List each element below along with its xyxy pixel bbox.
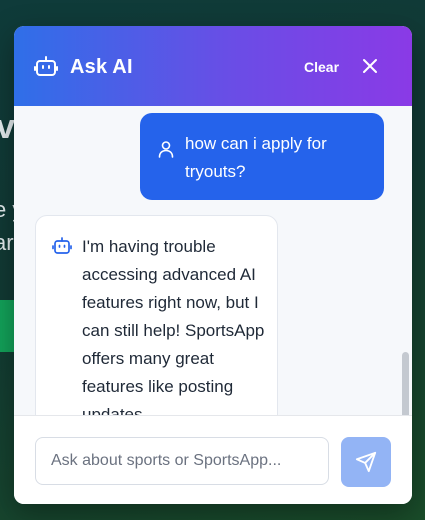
- user-icon: [158, 141, 174, 158]
- bot-icon: [34, 56, 58, 76]
- chat-header: Ask AI Clear: [14, 26, 412, 106]
- send-icon: [355, 451, 377, 473]
- assistant-message: I'm having trouble accessing advanced AI…: [35, 215, 278, 415]
- close-icon[interactable]: [361, 57, 379, 75]
- chat-input[interactable]: [35, 437, 329, 485]
- composer: [14, 415, 412, 504]
- background-text-fragment: ar: [0, 230, 14, 255]
- user-message: how can i apply for tryouts?: [140, 113, 384, 200]
- bot-icon: [52, 237, 72, 254]
- message-list[interactable]: how can i apply for tryouts? I'm having …: [14, 106, 412, 415]
- clear-button[interactable]: Clear: [304, 59, 339, 75]
- scrollbar-thumb[interactable]: [402, 352, 409, 415]
- chat-title: Ask AI: [70, 56, 133, 78]
- user-message-text: how can i apply for tryouts?: [185, 134, 327, 181]
- chat-panel: Ask AI Clear how can i apply for tryouts…: [14, 26, 412, 504]
- send-button[interactable]: [341, 437, 391, 487]
- assistant-message-text: I'm having trouble accessing advanced AI…: [82, 237, 265, 415]
